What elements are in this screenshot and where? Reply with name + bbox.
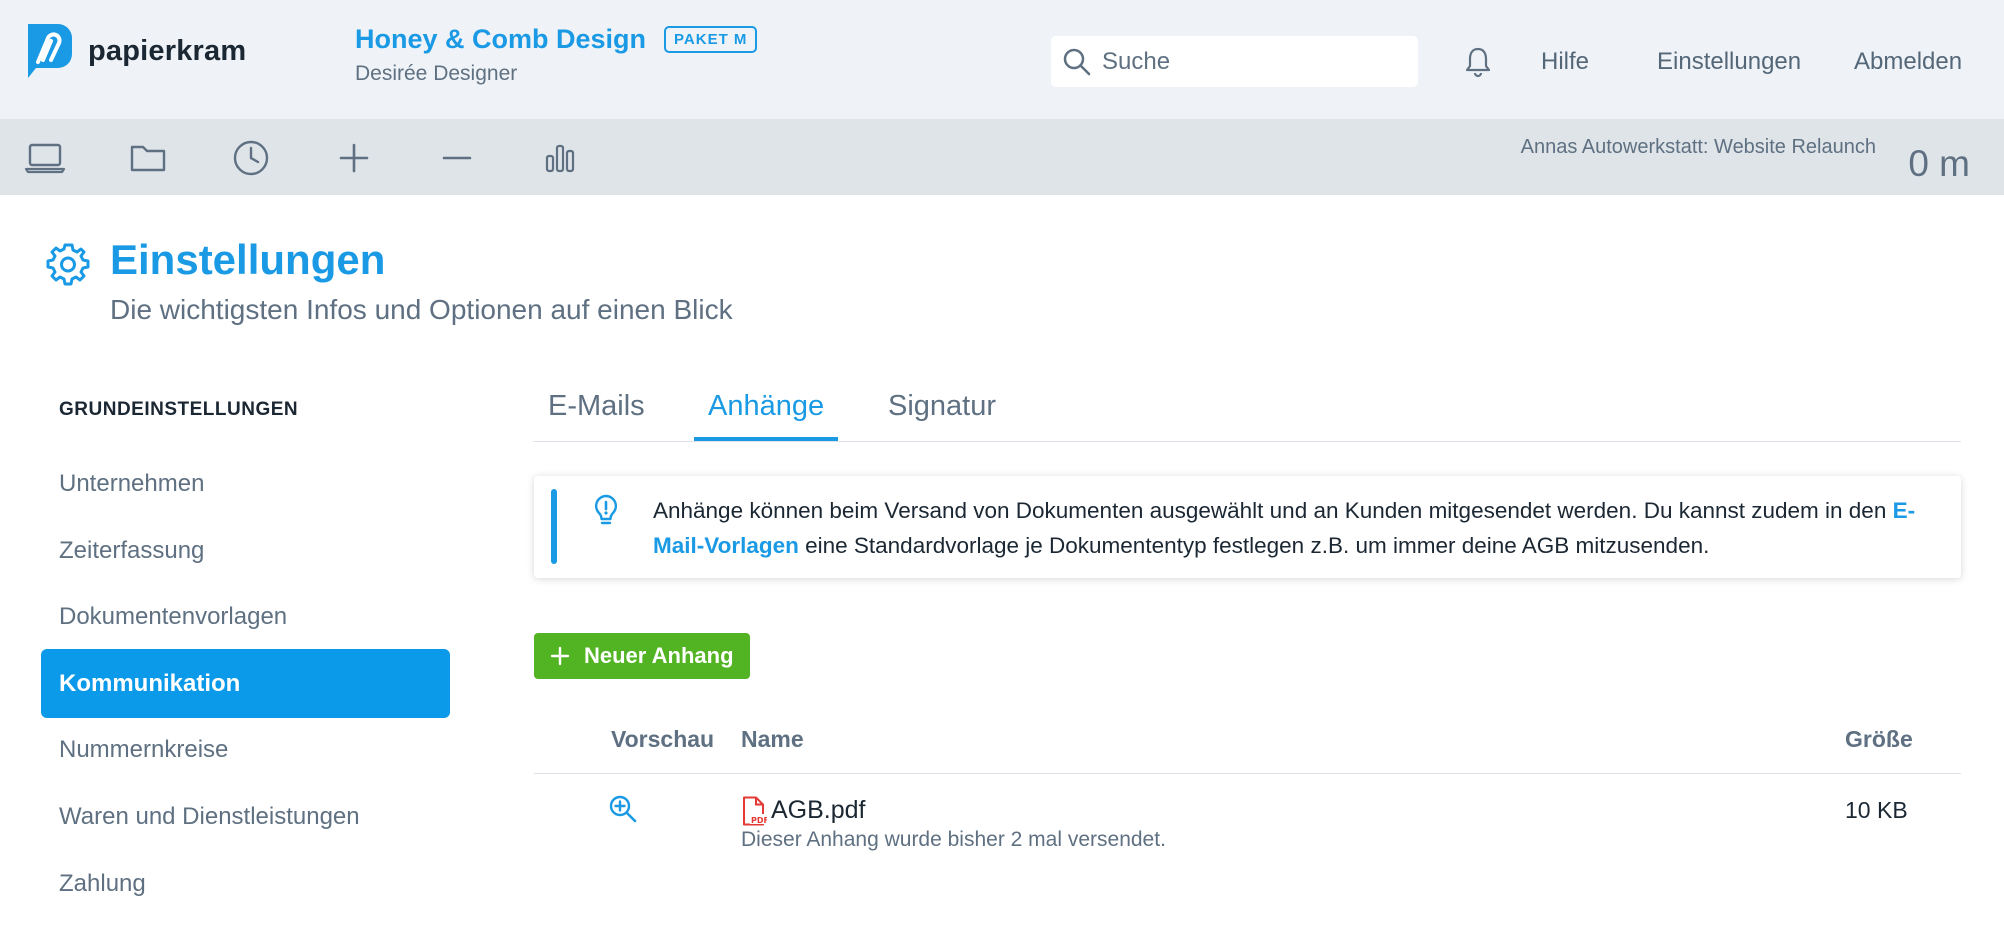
- company-switcher[interactable]: Honey & Comb Design PAKET M: [355, 24, 758, 55]
- help-link[interactable]: Hilfe: [1541, 48, 1589, 76]
- sidebar-heading: GRUNDEINSTELLUNGEN: [59, 399, 299, 420]
- search-input[interactable]: [1102, 47, 1402, 76]
- logo[interactable]: papierkram: [22, 24, 246, 78]
- plus-icon: [550, 646, 570, 666]
- tab-anhaenge[interactable]: Anhänge: [694, 390, 839, 441]
- sidebar-item-waren-und-dienstleistungen[interactable]: Waren und Dienstleistungen: [41, 782, 450, 851]
- info-text-before: Anhänge können beim Versand von Dokument…: [653, 498, 1893, 523]
- top-header: papierkram Honey & Comb Design PAKET M D…: [0, 0, 2004, 119]
- file-size: 10 KB: [1845, 797, 1908, 823]
- info-accent-bar: [551, 489, 557, 564]
- column-header-size[interactable]: Größe: [1845, 726, 1913, 753]
- table-header-divider: [534, 773, 1961, 774]
- logo-text: papierkram: [88, 34, 247, 67]
- tab-bar: E-Mails Anhänge Signatur: [533, 380, 1961, 442]
- settings-link[interactable]: Einstellungen: [1657, 48, 1801, 76]
- company-name[interactable]: Honey & Comb Design: [355, 24, 646, 55]
- tab-signatur[interactable]: Signatur: [888, 390, 996, 441]
- lightbulb-icon: [594, 494, 618, 525]
- sidebar-item-zeiterfassung[interactable]: Zeiterfassung: [41, 516, 450, 585]
- column-header-name[interactable]: Name: [741, 726, 804, 753]
- bell-icon[interactable]: [1463, 46, 1493, 78]
- sidebar-item-zahlung[interactable]: Zahlung: [41, 849, 450, 918]
- sidebar-item-unternehmen[interactable]: Unternehmen: [41, 449, 450, 518]
- folder-icon[interactable]: [127, 137, 169, 179]
- new-attachment-button[interactable]: Neuer Anhang: [534, 633, 750, 679]
- file-send-count: Dieser Anhang wurde bisher 2 mal versend…: [741, 828, 1166, 851]
- plan-badge: PAKET M: [664, 26, 758, 53]
- search-box[interactable]: [1051, 36, 1418, 87]
- laptop-icon[interactable]: [24, 137, 66, 179]
- timer-display[interactable]: 0 m: [1908, 143, 1970, 185]
- bar-chart-icon[interactable]: [539, 137, 581, 179]
- clock-icon[interactable]: [230, 137, 272, 179]
- sidebar-item-nummernkreise[interactable]: Nummernkreise: [41, 715, 450, 784]
- column-header-preview: Vorschau: [611, 726, 715, 752]
- info-text-after: eine Standardvorlage je Dokumententyp fe…: [798, 533, 1710, 558]
- page-title: Einstellungen: [110, 236, 386, 283]
- user-name: Desirée Designer: [355, 62, 518, 85]
- info-text: Anhänge können beim Versand von Dokument…: [653, 493, 1943, 563]
- gear-icon: [46, 243, 90, 286]
- active-project[interactable]: Annas Autowerkstatt: Website Relaunch: [1521, 136, 1876, 159]
- info-box: Anhänge können beim Versand von Dokument…: [534, 476, 1961, 578]
- file-name[interactable]: AGB.pdf: [771, 796, 866, 825]
- tab-emails[interactable]: E-Mails: [548, 390, 645, 441]
- page-subtitle: Die wichtigsten Infos und Optionen auf e…: [110, 294, 733, 325]
- svg-text:PDF: PDF: [751, 816, 767, 825]
- logout-link[interactable]: Abmelden: [1854, 48, 1962, 76]
- sidebar-item-kommunikation[interactable]: Kommunikation: [41, 649, 450, 718]
- logo-mark-icon: [28, 24, 72, 78]
- zoom-in-icon[interactable]: [608, 794, 638, 824]
- new-attachment-label: Neuer Anhang: [584, 643, 734, 668]
- search-icon: [1063, 48, 1091, 75]
- minus-icon[interactable]: [436, 137, 478, 179]
- pdf-file-icon: PDF: [743, 796, 767, 826]
- sidebar-item-dokumentenvorlagen[interactable]: Dokumentenvorlagen: [41, 582, 450, 651]
- plus-icon[interactable]: [333, 137, 375, 179]
- toolbar: Annas Autowerkstatt: Website Relaunch 0 …: [0, 119, 2004, 195]
